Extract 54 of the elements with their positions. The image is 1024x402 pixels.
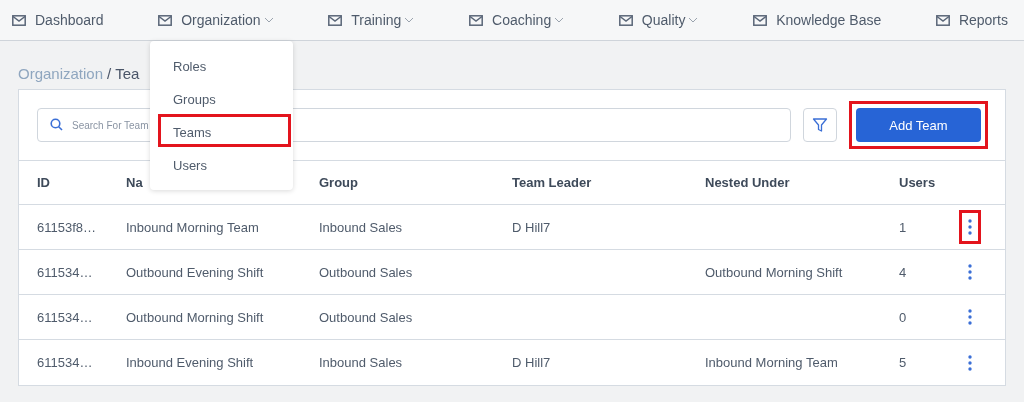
column-header: Group (319, 175, 359, 190)
envelope-icon (12, 14, 26, 26)
envelope-icon (328, 14, 343, 26)
table-cell-text: Inbound Sales (319, 219, 404, 235)
kebab-icon (968, 354, 972, 371)
kebab-icon (968, 264, 972, 280)
table-cell-text: Outbound Morning Shift (705, 264, 844, 280)
menu-item[interactable]: Teams (158, 114, 291, 147)
breadcrumb-separator: / (107, 65, 112, 84)
row-menu-button[interactable] (959, 210, 981, 244)
table-cell-text: 4 (899, 264, 908, 280)
column-header: Nested Under (705, 175, 791, 190)
filter-icon (812, 117, 828, 133)
menu-item[interactable]: Roles (158, 48, 291, 81)
nav-item[interactable]: Reports (935, 12, 1008, 28)
table-cell-text: 5 (899, 355, 908, 370)
table-cell-text: 61153f8… (37, 219, 98, 235)
add-team-button[interactable]: Add Team (856, 108, 981, 142)
envelope-icon (469, 14, 483, 26)
table-cell-text: 1 (899, 219, 908, 235)
breadcrumb-current: Tea (115, 65, 140, 84)
envelope-icon (618, 14, 633, 26)
kebab-icon (968, 309, 972, 325)
nav-item[interactable]: Quality (618, 12, 699, 28)
table-cell-text: D Hill7 (512, 355, 552, 370)
table-cell-text: Outbound Sales (319, 264, 414, 280)
table-cell-text: Inbound Evening Shift (126, 355, 255, 370)
column-header: Na (126, 175, 144, 190)
table-cell-text: Inbound Sales (319, 355, 404, 370)
table-cell-text: Outbound Evening Shift (126, 264, 265, 280)
nav-item[interactable]: Dashboard (12, 12, 104, 28)
column-header: Users (899, 175, 937, 190)
envelope-icon (158, 14, 173, 26)
filter-button[interactable] (803, 108, 837, 142)
nav-item[interactable]: Training (328, 12, 415, 28)
table-cell-text: 611534… (37, 355, 94, 370)
envelope-icon (935, 14, 950, 26)
search-icon (50, 118, 63, 131)
column-header: ID (37, 175, 51, 190)
kebab-icon (968, 219, 972, 235)
table-cell-text: 611534… (37, 264, 94, 280)
envelope-icon (753, 14, 768, 26)
table-cell-text: 611534… (37, 309, 94, 325)
table-cell-text: 0 (899, 309, 908, 325)
table-cell-text: Inbound Morning Team (705, 355, 839, 370)
nav-item[interactable]: Organization (158, 12, 274, 28)
column-header: Team Leader (512, 175, 593, 190)
table-cell-text: Outbound Morning Shift (126, 309, 265, 325)
table-cell-text: D Hill7 (512, 219, 552, 235)
nav-item[interactable]: Knowledge Base (753, 12, 882, 28)
menu-item[interactable]: Users (158, 147, 291, 180)
nav-item[interactable]: Coaching (469, 12, 565, 28)
table-cell-text: Outbound Sales (319, 309, 414, 325)
table-cell-text: Inbound Morning Team (126, 219, 260, 235)
